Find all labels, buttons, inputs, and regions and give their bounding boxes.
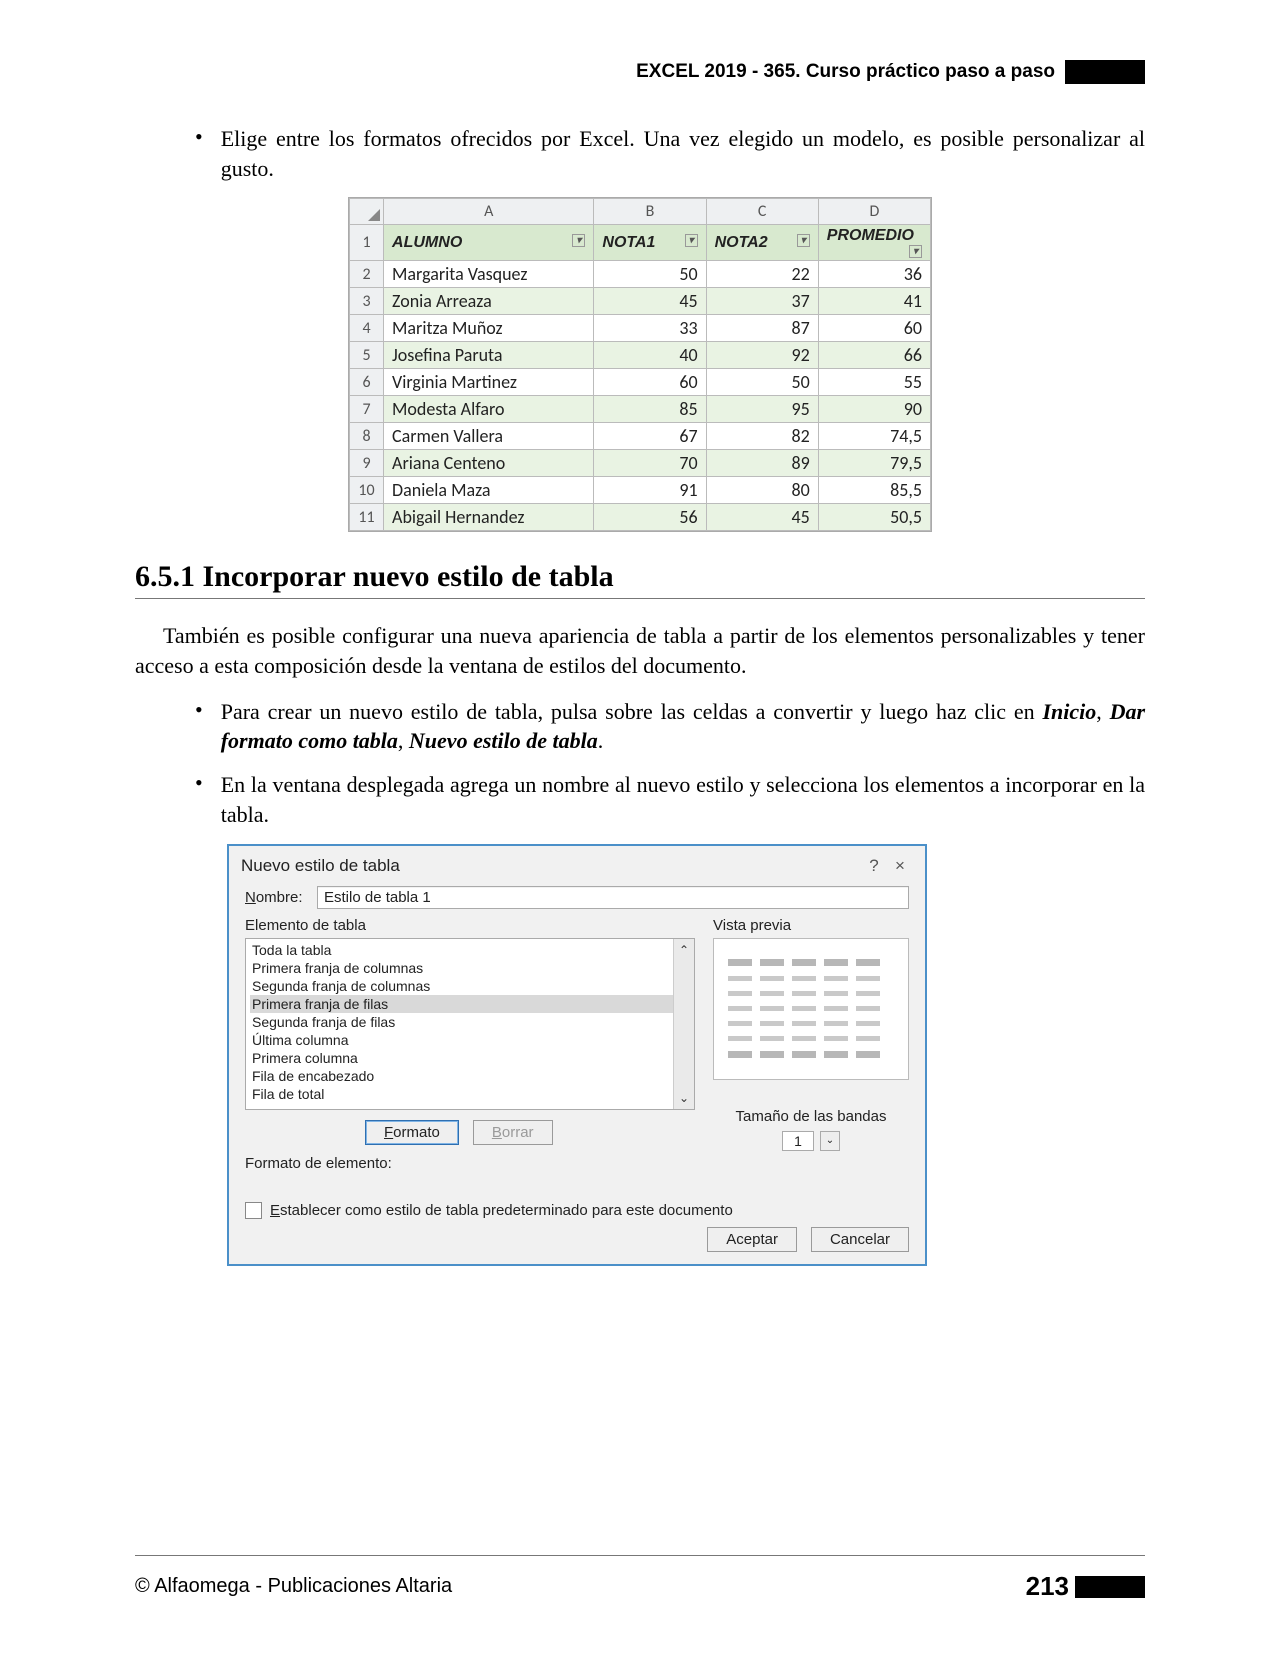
element-format-label: Formato de elemento: (245, 1155, 695, 1172)
help-button[interactable]: ? (861, 856, 887, 876)
style-preview (713, 938, 909, 1080)
bullet-2: • En la ventana desplegada agrega un nom… (135, 770, 1145, 829)
list-item[interactable]: Fila de total (250, 1085, 690, 1103)
default-style-checkbox-label: Establecer como estilo de tabla predeter… (270, 1202, 733, 1219)
hdr-nota1: NOTA1▾ (594, 225, 706, 261)
table-row: 7Modesta Alfaro859590 (350, 396, 931, 423)
hdr-promedio: PROMEDIO▾ (818, 225, 930, 261)
header-black-box (1065, 60, 1145, 84)
table-row: 4Maritza Muñoz338760 (350, 315, 931, 342)
list-item[interactable]: Toda la tabla (250, 941, 690, 959)
table-header-row: 1 ALUMNO▾ NOTA1▾ NOTA2▾ PROMEDIO▾ (350, 225, 931, 261)
table-row: 6Virginia Martinez605055 (350, 369, 931, 396)
bands-spinner[interactable]: ⌄ (820, 1131, 840, 1151)
name-input[interactable]: Estilo de tabla 1 (317, 886, 909, 909)
table-row: 9Ariana Centeno708979,5 (350, 450, 931, 477)
bullet-2-text: En la ventana desplegada agrega un nombr… (221, 770, 1145, 829)
scroll-down-icon[interactable]: ⌄ (679, 1091, 689, 1105)
section-heading: 6.5.1 Incorporar nuevo estilo de tabla (135, 560, 1145, 594)
intro-bullet: • Elige entre los formatos ofrecidos por… (135, 124, 1145, 183)
col-B: B (594, 199, 706, 225)
table-row: 3Zonia Arreaza453741 (350, 288, 931, 315)
hdr-alumno: ALUMNO▾ (384, 225, 594, 261)
col-A: A (384, 199, 594, 225)
excel-column-header-row: A B C D (350, 199, 931, 225)
running-header: EXCEL 2019 - 365. Curso práctico paso a … (135, 60, 1145, 84)
footer-black-box (1075, 1576, 1145, 1598)
bullet-1: • Para crear un nuevo estilo de tabla, p… (135, 697, 1145, 756)
col-D: D (818, 199, 930, 225)
list-item[interactable]: Fila de encabezado (250, 1067, 690, 1085)
bullet-1-text: Para crear un nuevo estilo de tabla, pul… (221, 697, 1145, 756)
list-item[interactable]: Segunda franja de filas (250, 1013, 690, 1031)
section-rule (135, 598, 1145, 599)
list-item[interactable]: Primera columna (250, 1049, 690, 1067)
table-row: 5Josefina Paruta409266 (350, 342, 931, 369)
excel-table-figure: A B C D 1 ALUMNO▾ NOTA1▾ NOTA2▾ PROMEDIO… (348, 197, 932, 532)
table-row: 11Abigail Hernandez564550,5 (350, 504, 931, 531)
list-item[interactable]: Última columna (250, 1031, 690, 1049)
table-element-listbox[interactable]: Toda la tablaPrimera franja de columnasS… (245, 938, 695, 1110)
filter-dropdown-icon[interactable]: ▾ (685, 234, 698, 247)
dialog-titlebar: Nuevo estilo de tabla ? × (241, 856, 913, 876)
clear-button[interactable]: Borrar (473, 1120, 553, 1145)
default-style-checkbox[interactable] (245, 1202, 262, 1219)
cancel-button[interactable]: Cancelar (811, 1227, 909, 1252)
bands-label: Tamaño de las bandas (713, 1108, 909, 1125)
col-C: C (706, 199, 818, 225)
bullet-dot-icon: • (195, 770, 203, 829)
select-all-corner (350, 199, 384, 225)
page-footer: © Alfaomega - Publicaciones Altaria 213 (135, 1571, 1145, 1602)
filter-dropdown-icon[interactable]: ▾ (909, 245, 922, 258)
format-button[interactable]: Formato (365, 1120, 459, 1145)
element-label: Elemento de tabla (245, 917, 695, 934)
section-paragraph: También es posible configurar una nueva … (135, 621, 1145, 680)
filter-dropdown-icon[interactable]: ▾ (572, 234, 585, 247)
scroll-up-icon[interactable]: ⌃ (679, 943, 689, 957)
ok-button[interactable]: Aceptar (707, 1227, 797, 1252)
name-label: Nombre: (245, 889, 317, 906)
list-item[interactable]: Primera franja de filas (250, 995, 690, 1013)
bullet-dot-icon: • (195, 124, 203, 183)
table-row: 2Margarita Vasquez502236 (350, 261, 931, 288)
bands-value[interactable]: 1 (782, 1131, 814, 1151)
table-row: 10Daniela Maza918085,5 (350, 477, 931, 504)
page-number: 213 (1026, 1571, 1069, 1602)
footer-rule (135, 1555, 1145, 1556)
book-title: EXCEL 2019 - 365. Curso práctico paso a … (636, 61, 1055, 83)
listbox-scrollbar[interactable]: ⌃ ⌄ (673, 939, 694, 1109)
list-item[interactable]: Primera franja de columnas (250, 959, 690, 977)
preview-label: Vista previa (713, 917, 909, 934)
dialog-title: Nuevo estilo de tabla (241, 856, 861, 876)
filter-dropdown-icon[interactable]: ▾ (797, 234, 810, 247)
new-table-style-dialog: Nuevo estilo de tabla ? × Nombre: Estilo… (227, 844, 927, 1266)
footer-left: © Alfaomega - Publicaciones Altaria (135, 1575, 452, 1598)
hdr-nota2: NOTA2▾ (706, 225, 818, 261)
table-row: 8Carmen Vallera678274,5 (350, 423, 931, 450)
bullet-dot-icon: • (195, 697, 203, 756)
intro-bullet-text: Elige entre los formatos ofrecidos por E… (221, 124, 1145, 183)
close-icon[interactable]: × (887, 856, 913, 876)
list-item[interactable]: Segunda franja de columnas (250, 977, 690, 995)
